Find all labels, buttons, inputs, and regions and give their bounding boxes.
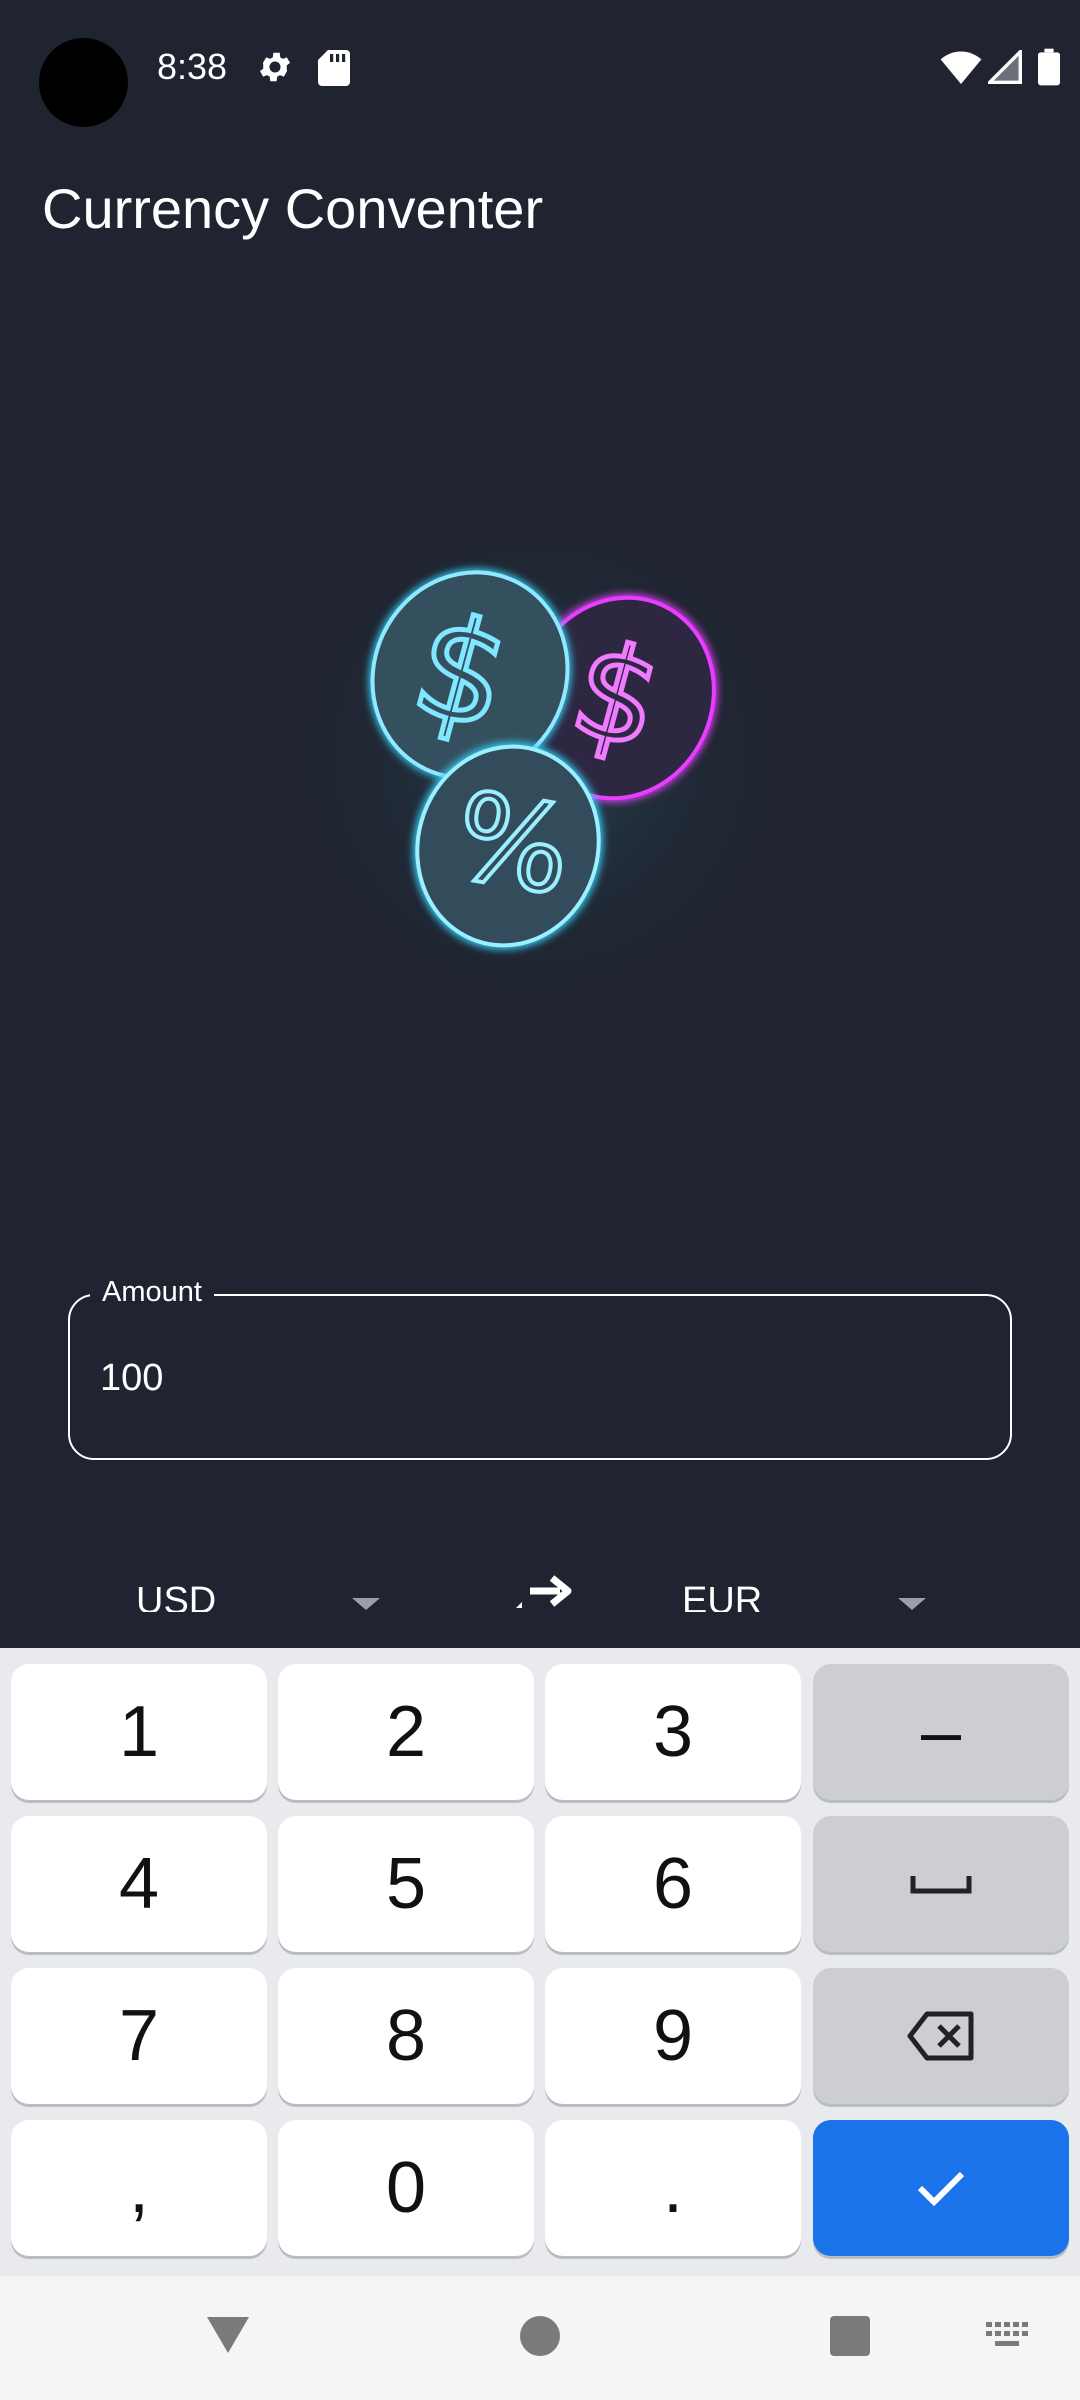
chevron-down-icon[interactable] <box>352 1598 380 1610</box>
space-bar-icon <box>910 1876 972 1894</box>
key-7[interactable]: 7 <box>11 1968 267 2104</box>
neon-coins-illustration: $ $ % <box>300 540 780 1020</box>
arrow-right-icon[interactable] <box>508 1568 580 1614</box>
key-space[interactable] <box>813 1816 1069 1952</box>
key-0[interactable]: 0 <box>278 2120 534 2256</box>
battery-icon <box>1038 48 1060 86</box>
status-time: 8:38 <box>157 46 228 87</box>
wifi-icon <box>940 51 982 84</box>
numeric-keyboard: 1 2 3 – 4 5 6 7 8 9 , 0 . <box>0 1648 1080 2276</box>
key-done[interactable] <box>813 2120 1069 2256</box>
amount-label: Amount <box>90 1276 214 1309</box>
status-bar: 8:38 <box>0 0 1080 136</box>
amount-input[interactable] <box>68 1294 1012 1460</box>
keyboard-icon[interactable] <box>986 2322 1030 2348</box>
key-minus[interactable]: – <box>813 1664 1069 1800</box>
key-backspace[interactable] <box>813 1968 1069 2104</box>
app-title: Currency Conventer <box>42 177 544 240</box>
key-3[interactable]: 3 <box>545 1664 801 1800</box>
svg-text:%: % <box>445 766 581 923</box>
to-currency-dropdown[interactable]: EUR <box>682 1580 762 1612</box>
home-icon[interactable] <box>520 2316 560 2356</box>
backspace-icon <box>907 2011 974 2061</box>
key-6[interactable]: 6 <box>545 1816 801 1952</box>
sd-card-icon <box>318 50 350 86</box>
key-2[interactable]: 2 <box>278 1664 534 1800</box>
settings-gear-icon <box>259 52 291 82</box>
key-9[interactable]: 9 <box>545 1968 801 2104</box>
key-1[interactable]: 1 <box>11 1664 267 1800</box>
camera-cutout <box>39 38 128 127</box>
chevron-down-icon[interactable] <box>898 1598 926 1610</box>
cell-signal-icon <box>988 50 1022 84</box>
recents-icon[interactable] <box>830 2316 870 2356</box>
key-8[interactable]: 8 <box>278 1968 534 2104</box>
key-5[interactable]: 5 <box>278 1816 534 1952</box>
back-icon[interactable] <box>205 2313 251 2355</box>
from-currency-dropdown[interactable]: USD <box>136 1580 216 1612</box>
key-period[interactable]: . <box>545 2120 801 2256</box>
key-4[interactable]: 4 <box>11 1816 267 1952</box>
amount-value[interactable]: 100 <box>100 1357 163 1400</box>
key-comma[interactable]: , <box>11 2120 267 2256</box>
checkmark-icon <box>917 2171 965 2207</box>
